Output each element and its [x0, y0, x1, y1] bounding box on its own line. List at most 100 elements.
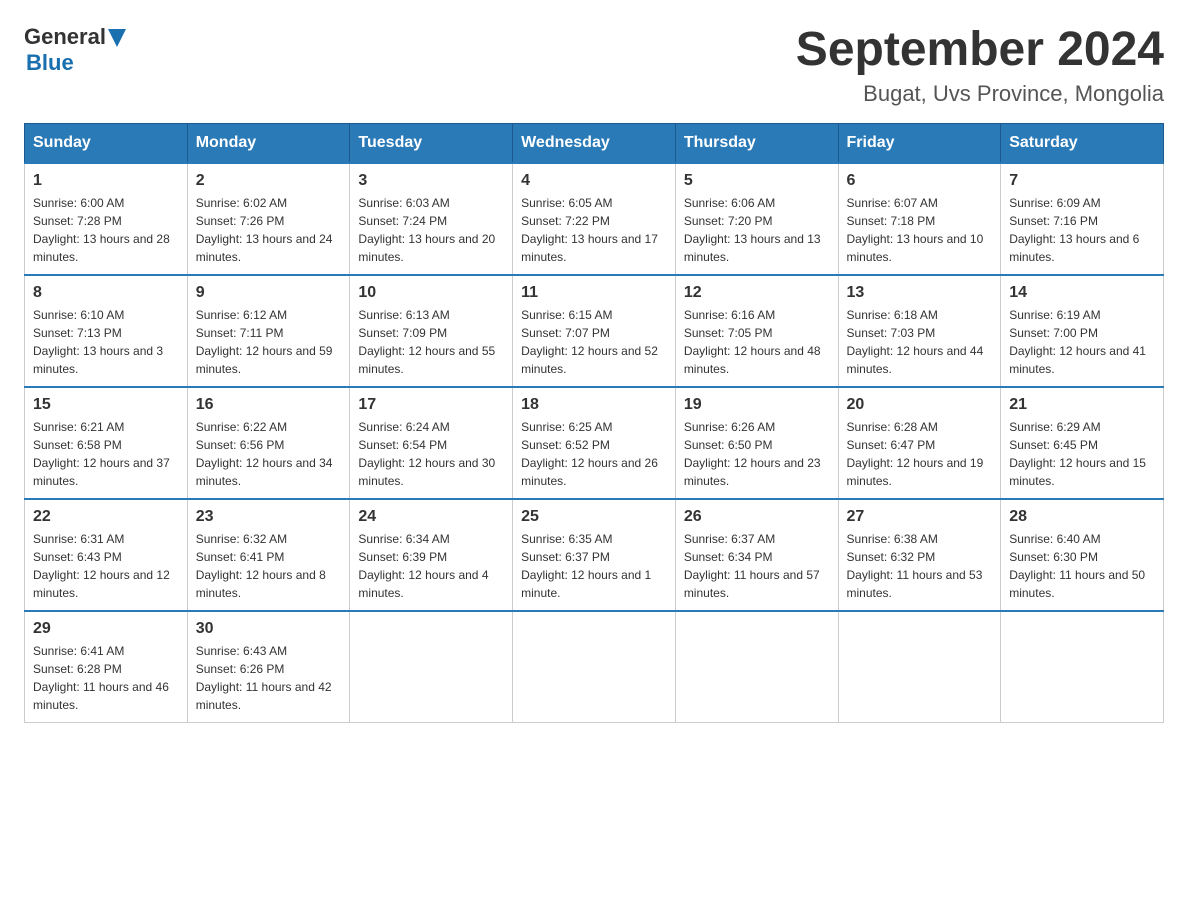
calendar-day-cell: 23 Sunrise: 6:32 AM Sunset: 6:41 PM Dayl… — [187, 499, 350, 611]
day-info: Sunrise: 6:35 AM Sunset: 6:37 PM Dayligh… — [521, 530, 667, 602]
day-number: 17 — [358, 396, 504, 414]
day-number: 18 — [521, 396, 667, 414]
calendar-day-cell: 26 Sunrise: 6:37 AM Sunset: 6:34 PM Dayl… — [675, 499, 838, 611]
day-info: Sunrise: 6:32 AM Sunset: 6:41 PM Dayligh… — [196, 530, 342, 602]
calendar-day-cell: 10 Sunrise: 6:13 AM Sunset: 7:09 PM Dayl… — [350, 275, 513, 387]
calendar-day-cell: 5 Sunrise: 6:06 AM Sunset: 7:20 PM Dayli… — [675, 163, 838, 275]
day-number: 10 — [358, 284, 504, 302]
day-info: Sunrise: 6:25 AM Sunset: 6:52 PM Dayligh… — [521, 418, 667, 490]
calendar-day-cell — [1001, 611, 1164, 723]
logo-triangle-icon — [108, 29, 126, 47]
day-number: 24 — [358, 508, 504, 526]
day-number: 26 — [684, 508, 830, 526]
calendar-day-cell — [838, 611, 1001, 723]
day-number: 30 — [196, 620, 342, 638]
calendar-header-tuesday: Tuesday — [350, 123, 513, 163]
calendar-day-cell: 6 Sunrise: 6:07 AM Sunset: 7:18 PM Dayli… — [838, 163, 1001, 275]
calendar-week-row: 29 Sunrise: 6:41 AM Sunset: 6:28 PM Dayl… — [25, 611, 1164, 723]
day-number: 16 — [196, 396, 342, 414]
day-info: Sunrise: 6:41 AM Sunset: 6:28 PM Dayligh… — [33, 642, 179, 714]
day-info: Sunrise: 6:40 AM Sunset: 6:30 PM Dayligh… — [1009, 530, 1155, 602]
day-number: 22 — [33, 508, 179, 526]
day-info: Sunrise: 6:24 AM Sunset: 6:54 PM Dayligh… — [358, 418, 504, 490]
calendar-day-cell: 16 Sunrise: 6:22 AM Sunset: 6:56 PM Dayl… — [187, 387, 350, 499]
day-number: 12 — [684, 284, 830, 302]
day-info: Sunrise: 6:10 AM Sunset: 7:13 PM Dayligh… — [33, 306, 179, 378]
day-info: Sunrise: 6:00 AM Sunset: 7:28 PM Dayligh… — [33, 194, 179, 266]
calendar-day-cell: 27 Sunrise: 6:38 AM Sunset: 6:32 PM Dayl… — [838, 499, 1001, 611]
day-info: Sunrise: 6:22 AM Sunset: 6:56 PM Dayligh… — [196, 418, 342, 490]
day-info: Sunrise: 6:28 AM Sunset: 6:47 PM Dayligh… — [847, 418, 993, 490]
calendar-day-cell: 30 Sunrise: 6:43 AM Sunset: 6:26 PM Dayl… — [187, 611, 350, 723]
logo-text-general: General — [24, 24, 106, 50]
calendar-day-cell: 28 Sunrise: 6:40 AM Sunset: 6:30 PM Dayl… — [1001, 499, 1164, 611]
day-number: 8 — [33, 284, 179, 302]
day-number: 27 — [847, 508, 993, 526]
calendar-day-cell: 15 Sunrise: 6:21 AM Sunset: 6:58 PM Dayl… — [25, 387, 188, 499]
calendar-header-saturday: Saturday — [1001, 123, 1164, 163]
calendar-week-row: 15 Sunrise: 6:21 AM Sunset: 6:58 PM Dayl… — [25, 387, 1164, 499]
day-info: Sunrise: 6:34 AM Sunset: 6:39 PM Dayligh… — [358, 530, 504, 602]
day-number: 20 — [847, 396, 993, 414]
day-number: 29 — [33, 620, 179, 638]
logo: General Blue — [24, 24, 126, 76]
calendar-day-cell: 7 Sunrise: 6:09 AM Sunset: 7:16 PM Dayli… — [1001, 163, 1164, 275]
calendar-week-row: 8 Sunrise: 6:10 AM Sunset: 7:13 PM Dayli… — [25, 275, 1164, 387]
day-number: 21 — [1009, 396, 1155, 414]
day-info: Sunrise: 6:03 AM Sunset: 7:24 PM Dayligh… — [358, 194, 504, 266]
day-number: 23 — [196, 508, 342, 526]
calendar-day-cell: 13 Sunrise: 6:18 AM Sunset: 7:03 PM Dayl… — [838, 275, 1001, 387]
day-info: Sunrise: 6:31 AM Sunset: 6:43 PM Dayligh… — [33, 530, 179, 602]
day-info: Sunrise: 6:16 AM Sunset: 7:05 PM Dayligh… — [684, 306, 830, 378]
day-number: 3 — [358, 172, 504, 190]
calendar-week-row: 22 Sunrise: 6:31 AM Sunset: 6:43 PM Dayl… — [25, 499, 1164, 611]
calendar-header-wednesday: Wednesday — [513, 123, 676, 163]
calendar-day-cell: 21 Sunrise: 6:29 AM Sunset: 6:45 PM Dayl… — [1001, 387, 1164, 499]
day-info: Sunrise: 6:38 AM Sunset: 6:32 PM Dayligh… — [847, 530, 993, 602]
day-info: Sunrise: 6:21 AM Sunset: 6:58 PM Dayligh… — [33, 418, 179, 490]
calendar-day-cell: 25 Sunrise: 6:35 AM Sunset: 6:37 PM Dayl… — [513, 499, 676, 611]
calendar-day-cell: 19 Sunrise: 6:26 AM Sunset: 6:50 PM Dayl… — [675, 387, 838, 499]
day-number: 14 — [1009, 284, 1155, 302]
calendar-day-cell: 17 Sunrise: 6:24 AM Sunset: 6:54 PM Dayl… — [350, 387, 513, 499]
day-number: 19 — [684, 396, 830, 414]
day-number: 11 — [521, 284, 667, 302]
day-info: Sunrise: 6:09 AM Sunset: 7:16 PM Dayligh… — [1009, 194, 1155, 266]
day-number: 7 — [1009, 172, 1155, 190]
calendar-day-cell: 24 Sunrise: 6:34 AM Sunset: 6:39 PM Dayl… — [350, 499, 513, 611]
calendar-day-cell: 12 Sunrise: 6:16 AM Sunset: 7:05 PM Dayl… — [675, 275, 838, 387]
calendar-header-monday: Monday — [187, 123, 350, 163]
day-number: 1 — [33, 172, 179, 190]
calendar-day-cell: 8 Sunrise: 6:10 AM Sunset: 7:13 PM Dayli… — [25, 275, 188, 387]
calendar-day-cell: 11 Sunrise: 6:15 AM Sunset: 7:07 PM Dayl… — [513, 275, 676, 387]
calendar-table: SundayMondayTuesdayWednesdayThursdayFrid… — [24, 123, 1164, 723]
day-info: Sunrise: 6:15 AM Sunset: 7:07 PM Dayligh… — [521, 306, 667, 378]
day-info: Sunrise: 6:06 AM Sunset: 7:20 PM Dayligh… — [684, 194, 830, 266]
day-info: Sunrise: 6:07 AM Sunset: 7:18 PM Dayligh… — [847, 194, 993, 266]
calendar-day-cell — [675, 611, 838, 723]
day-number: 13 — [847, 284, 993, 302]
day-info: Sunrise: 6:26 AM Sunset: 6:50 PM Dayligh… — [684, 418, 830, 490]
calendar-week-row: 1 Sunrise: 6:00 AM Sunset: 7:28 PM Dayli… — [25, 163, 1164, 275]
calendar-header-thursday: Thursday — [675, 123, 838, 163]
day-info: Sunrise: 6:37 AM Sunset: 6:34 PM Dayligh… — [684, 530, 830, 602]
calendar-day-cell — [350, 611, 513, 723]
calendar-day-cell: 29 Sunrise: 6:41 AM Sunset: 6:28 PM Dayl… — [25, 611, 188, 723]
location-subtitle: Bugat, Uvs Province, Mongolia — [796, 81, 1164, 107]
calendar-header-friday: Friday — [838, 123, 1001, 163]
calendar-day-cell: 14 Sunrise: 6:19 AM Sunset: 7:00 PM Dayl… — [1001, 275, 1164, 387]
day-info: Sunrise: 6:12 AM Sunset: 7:11 PM Dayligh… — [196, 306, 342, 378]
day-info: Sunrise: 6:43 AM Sunset: 6:26 PM Dayligh… — [196, 642, 342, 714]
title-section: September 2024 Bugat, Uvs Province, Mong… — [796, 24, 1164, 107]
calendar-day-cell: 20 Sunrise: 6:28 AM Sunset: 6:47 PM Dayl… — [838, 387, 1001, 499]
calendar-day-cell: 9 Sunrise: 6:12 AM Sunset: 7:11 PM Dayli… — [187, 275, 350, 387]
day-info: Sunrise: 6:13 AM Sunset: 7:09 PM Dayligh… — [358, 306, 504, 378]
calendar-day-cell — [513, 611, 676, 723]
day-info: Sunrise: 6:18 AM Sunset: 7:03 PM Dayligh… — [847, 306, 993, 378]
logo-text-blue: Blue — [26, 50, 74, 76]
calendar-day-cell: 1 Sunrise: 6:00 AM Sunset: 7:28 PM Dayli… — [25, 163, 188, 275]
day-number: 4 — [521, 172, 667, 190]
month-title: September 2024 — [796, 24, 1164, 77]
day-number: 5 — [684, 172, 830, 190]
page-header: General Blue September 2024 Bugat, Uvs P… — [24, 24, 1164, 107]
